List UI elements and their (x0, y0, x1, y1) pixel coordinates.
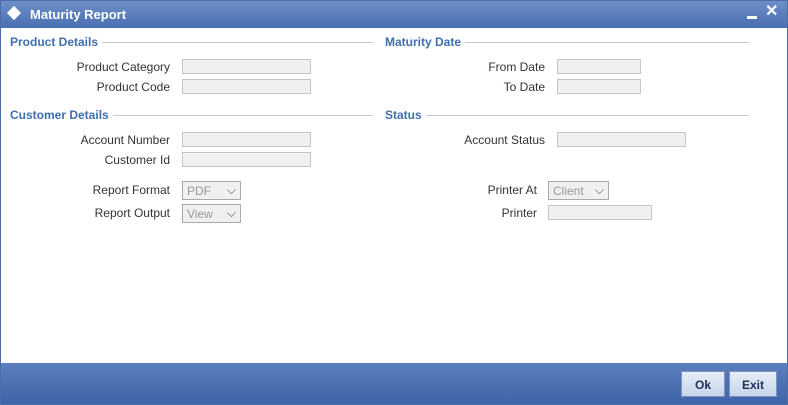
from-date-input[interactable] (557, 59, 641, 74)
maturity-report-window: Maturity Report ✕ Product Details Maturi… (0, 0, 788, 405)
account-status-label: Account Status (464, 133, 545, 147)
printer-at-value: Client (553, 184, 584, 198)
printer-at-label: Printer At (487, 183, 537, 197)
customer-id-input[interactable] (182, 152, 311, 167)
ok-button[interactable]: Ok (681, 371, 725, 397)
printer-input[interactable] (548, 205, 652, 220)
product-category-label: Product Category (76, 60, 170, 74)
to-date-label: To Date (503, 80, 545, 94)
section-product-details: Product Details (10, 35, 103, 49)
to-date-input[interactable] (557, 79, 641, 94)
printer-at-select[interactable]: Client ⌵ (548, 181, 609, 200)
window-title: Maturity Report (30, 7, 127, 22)
report-format-label: Report Format (92, 183, 170, 197)
status-divider (385, 115, 749, 116)
footer-bar: Ok Exit (1, 363, 787, 404)
account-status-input[interactable] (557, 132, 686, 147)
title-bar[interactable]: Maturity Report ✕ (1, 1, 787, 28)
product-category-input[interactable] (182, 59, 311, 74)
report-output-select[interactable]: View ⌵ (182, 204, 241, 223)
report-format-select[interactable]: PDF ⌵ (182, 181, 241, 200)
printer-label: Printer (501, 206, 537, 220)
from-date-label: From Date (488, 60, 545, 74)
exit-button[interactable]: Exit (729, 371, 777, 397)
customer-id-label: Customer Id (104, 153, 170, 167)
section-maturity-date: Maturity Date (385, 35, 466, 49)
report-output-value: View (187, 207, 213, 221)
account-number-input[interactable] (182, 132, 311, 147)
diamond-icon (6, 5, 22, 21)
product-code-input[interactable] (182, 79, 311, 94)
section-customer-details: Customer Details (10, 108, 113, 122)
minimize-icon[interactable] (747, 16, 757, 19)
chevron-down-icon: ⌵ (226, 183, 236, 197)
report-output-label: Report Output (94, 206, 170, 220)
chevron-down-icon: ⌵ (226, 206, 236, 220)
section-status: Status (385, 108, 426, 122)
chevron-down-icon: ⌵ (594, 183, 604, 197)
close-icon[interactable]: ✕ (765, 3, 778, 21)
account-number-label: Account Number (80, 133, 170, 147)
report-format-value: PDF (187, 184, 211, 198)
product-code-label: Product Code (96, 80, 170, 94)
